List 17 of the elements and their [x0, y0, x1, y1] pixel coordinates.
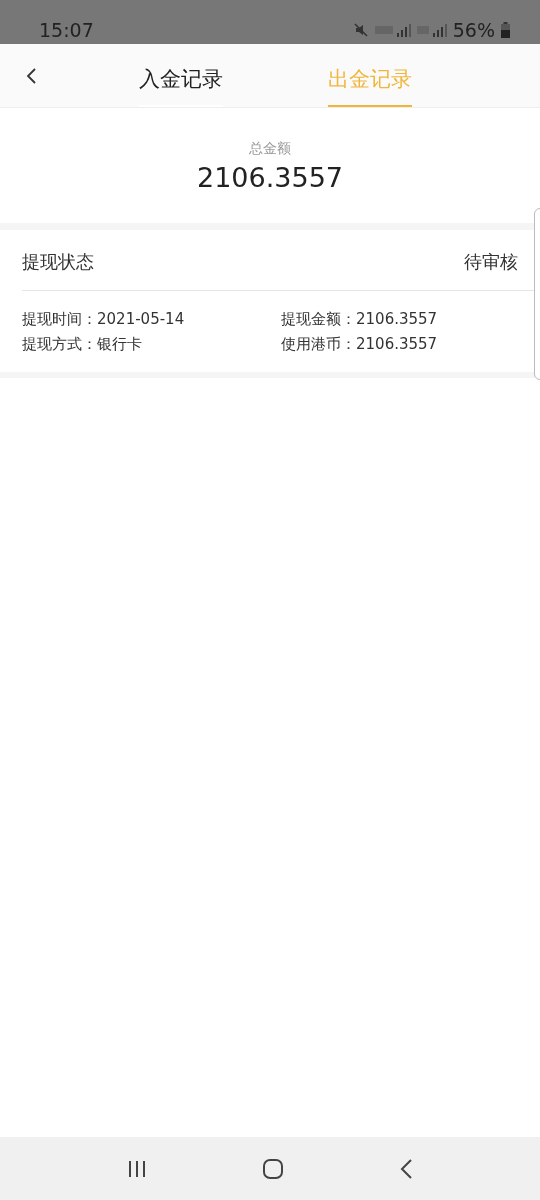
status-value: 待审核	[464, 250, 518, 274]
record-field: 提现方式：银行卡	[22, 335, 281, 354]
battery-text: 56%	[452, 19, 495, 41]
total-label: 总金额	[249, 140, 291, 158]
record-field: 提现金额：2106.3557	[281, 310, 540, 329]
status-label: 提现状态	[22, 250, 94, 274]
total-amount: 2106.3557	[197, 162, 343, 193]
record-field: 使用港币：2106.3557	[281, 335, 540, 354]
battery-icon	[501, 22, 510, 38]
record-field: 提现时间：2021-05-14	[22, 310, 281, 329]
back-icon[interactable]	[398, 1158, 413, 1179]
clock-time: 15:07	[39, 18, 94, 41]
home-icon[interactable]	[262, 1158, 284, 1179]
tab[interactable]: 入金记录	[138, 52, 223, 107]
back-icon[interactable]	[25, 67, 37, 85]
mute-icon	[352, 22, 369, 38]
recent-apps-icon[interactable]	[127, 1159, 148, 1178]
